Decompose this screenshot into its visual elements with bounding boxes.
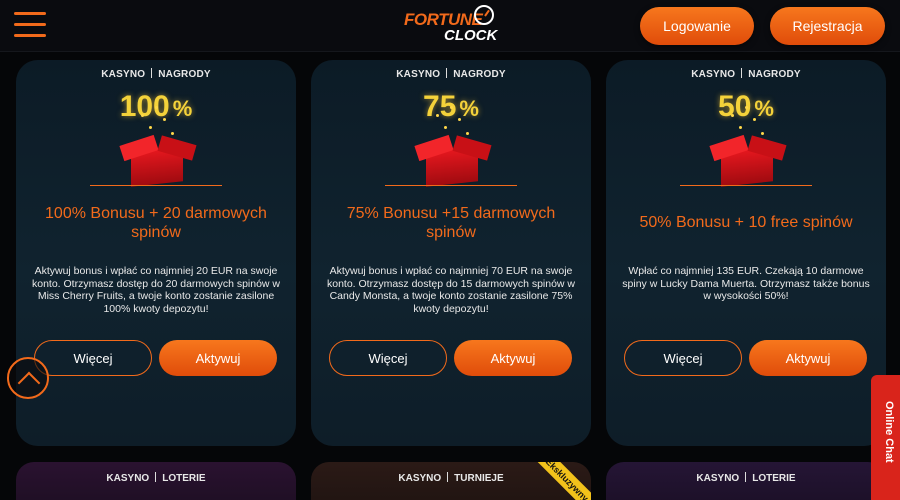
bonus-title: 100% Bonusu + 20 darmowych spinów (45, 205, 267, 241)
online-chat-tab[interactable]: Online Chat (871, 375, 900, 500)
tag-rewards: NAGRODY (453, 69, 506, 80)
bonus-description: Aktywuj bonus i wpłać co najmniej 20 EUR… (31, 265, 281, 315)
tag-casino: KASYNO (696, 473, 740, 484)
logo-text-clock: CLOCK (444, 27, 498, 44)
bonus-card-partial: KASYNO LOTERIE (16, 462, 296, 500)
activate-button[interactable]: Aktywuj (749, 340, 867, 376)
divider (90, 185, 222, 186)
more-button[interactable]: Więcej (34, 340, 152, 376)
site-header: FORTUNE CLOCK Logowanie Rejestracja (0, 0, 900, 52)
card-tags: KASYNO NAGRODY (311, 68, 591, 80)
activate-button[interactable]: Aktywuj (159, 340, 277, 376)
tag-tournaments: TURNIEJE (454, 473, 504, 484)
card-tags: KASYNO NAGRODY (16, 68, 296, 80)
gift-box-icon (414, 106, 492, 187)
tag-rewards: NAGRODY (158, 69, 211, 80)
bonus-description: Wpłać co najmniej 135 EUR. Czekają 10 da… (622, 265, 870, 302)
tag-lotteries: LOTERIE (162, 473, 206, 484)
more-button[interactable]: Więcej (329, 340, 447, 376)
online-chat-label: Online Chat (883, 401, 895, 463)
tag-lotteries: LOTERIE (752, 473, 796, 484)
more-button[interactable]: Więcej (624, 340, 742, 376)
card-tags: KASYNO NAGRODY (606, 68, 886, 80)
card-tags: KASYNO LOTERIE (606, 472, 886, 484)
scroll-to-top-chevron-up-icon[interactable] (7, 357, 49, 399)
bonus-card: KASYNO NAGRODY 50% 50% Bonusu + 10 free s… (606, 60, 886, 446)
bonus-title: 50% Bonusu + 10 free spinów (639, 214, 853, 231)
gift-box-icon (709, 106, 787, 187)
bonus-card-partial: KASYNO LOTERIE (606, 462, 886, 500)
gift-box-icon (119, 106, 197, 187)
tag-rewards: NAGRODY (748, 69, 801, 80)
card-tags: KASYNO LOTERIE (16, 472, 296, 484)
hamburger-menu-icon[interactable] (14, 12, 46, 38)
bonus-title: 75% Bonusu +15 darmowych spinów (346, 205, 556, 241)
fortune-clock-logo[interactable]: FORTUNE CLOCK (404, 4, 504, 48)
register-button[interactable]: Rejestracja (770, 7, 885, 45)
tag-casino: KASYNO (396, 69, 441, 80)
tag-casino: KASYNO (398, 473, 442, 484)
bonus-card: KASYNO NAGRODY 75% 75% Bonusu +15 darmowy… (311, 60, 591, 446)
clock-icon (474, 5, 494, 25)
tag-casino: KASYNO (106, 473, 150, 484)
bonus-description: Aktywuj bonus i wpłać co najmniej 70 EUR… (326, 265, 576, 315)
bonus-card-partial: KASYNO TURNIEJE Ekskluzywny (311, 462, 591, 500)
tag-casino: KASYNO (101, 69, 146, 80)
activate-button[interactable]: Aktywuj (454, 340, 572, 376)
divider (385, 185, 517, 186)
tag-casino: KASYNO (691, 69, 736, 80)
divider (680, 185, 812, 186)
login-button[interactable]: Logowanie (640, 7, 754, 45)
bonus-card: KASYNO NAGRODY 100% 100% Bonusu + 20 darm… (16, 60, 296, 446)
